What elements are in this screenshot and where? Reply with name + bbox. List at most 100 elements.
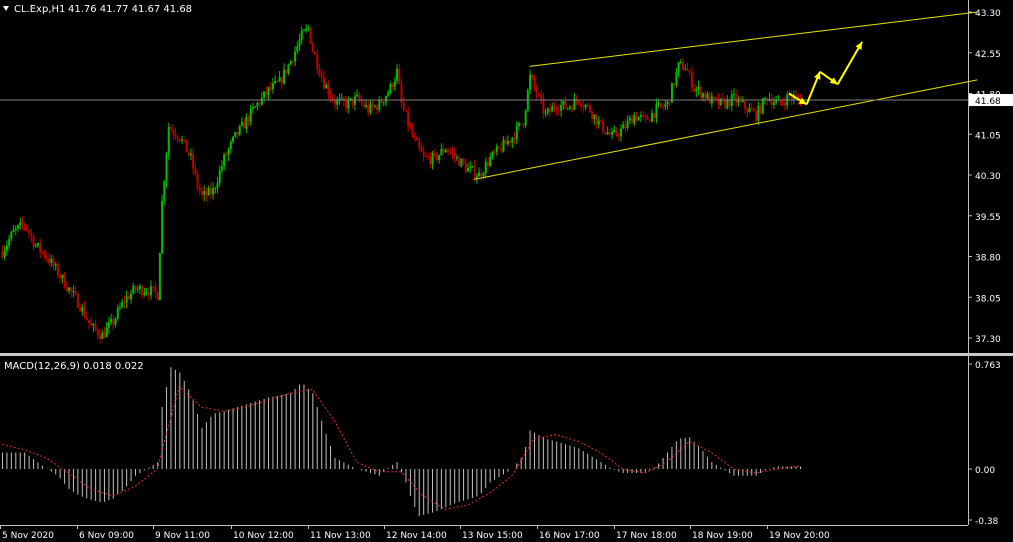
candle [719,98,722,106]
candle-body [196,173,199,188]
candle-body [17,225,20,229]
candle-body [478,172,481,177]
candle-body [783,102,786,106]
candle-body [744,100,747,109]
candle-body [595,114,598,125]
candle-body [639,115,642,118]
candle [76,292,79,309]
price-tick-label: 43.30 [975,9,1001,19]
candle-body [588,105,591,113]
candle-body [220,165,223,171]
candle-body [285,69,288,74]
candle-body [216,182,219,189]
candle-body [662,106,665,108]
candle-body [298,39,301,47]
candle-body [724,100,727,108]
candle-body [604,132,607,135]
chart-canvas[interactable]: 43.3042.5541.8041.0540.3039.5538.8038.05… [0,0,1013,542]
candle-body [562,101,565,105]
candle-body [365,105,368,107]
candle-body [484,161,487,174]
candle-body [154,286,157,293]
candle-body [673,83,676,85]
candle-body [664,104,667,107]
candle-body [393,80,396,88]
candle [185,139,188,153]
candle-body [715,98,718,100]
candle-body [568,107,571,109]
candle-body [509,140,512,143]
candle-body [597,120,600,125]
candle-body [482,173,485,177]
candle-body [163,181,166,201]
candle-body [582,106,585,108]
candle-body [404,109,407,112]
candle-body [438,155,441,161]
candle-body [458,156,461,167]
candle-body [294,51,297,62]
candle-body [302,30,305,32]
candle-body [759,105,762,114]
candle-body [56,264,59,276]
candle-body [10,232,13,240]
candle-body [460,158,463,167]
macd-tick-label: 0.763 [975,361,1001,371]
candle-body [416,137,419,141]
candle-body [495,146,498,152]
candle-body [156,292,159,301]
candle-body [234,131,237,137]
candle [238,124,241,137]
candle-body [240,121,243,126]
candle-body [229,141,232,149]
candle-body [429,157,432,165]
candle-body [329,94,332,98]
candle-body [475,176,478,179]
candle-body [617,135,620,137]
candle [309,27,312,45]
candle-body [296,46,299,52]
candle-body [584,104,587,108]
candle [156,291,159,301]
candle-body [21,222,24,225]
candle-body [141,286,144,295]
candle-body [356,94,359,97]
candle-body [116,308,119,319]
candle-body [123,301,126,303]
candle-body [351,98,354,105]
candle-body [655,104,658,118]
candle-body [265,91,268,95]
candle-body [92,323,95,326]
candle-body [96,329,99,336]
candle-body [1,251,4,258]
candle-body [307,27,310,29]
candle-body [666,101,669,105]
candle-body [535,87,538,95]
candle-body [72,291,75,293]
candle-body [444,150,447,153]
symbol-label: CL.Exp,H1 [14,4,65,15]
candle-body [54,264,57,267]
candle-body [602,120,605,133]
time-tick-label: 10 Nov 12:00 [233,531,294,541]
candle-body [615,130,618,136]
candle-body [418,140,421,148]
candle-body [90,322,93,326]
time-tick-label: 16 Nov 17:00 [539,531,600,541]
candle-body [373,105,376,107]
candle-body [473,166,476,179]
candle-body [32,236,35,247]
candle-body [407,111,410,127]
candle-body [764,98,767,100]
candle-body [223,154,226,166]
candle-body [500,148,503,152]
candle-body [411,127,414,137]
candle-body [39,242,42,252]
candle-body [291,61,294,63]
candle-body [143,292,146,295]
candle-body [781,102,784,104]
candle-body [435,153,438,161]
candle-body [105,327,108,338]
candle-body [422,152,425,157]
candle-body [145,292,148,294]
candle-body [396,68,399,81]
